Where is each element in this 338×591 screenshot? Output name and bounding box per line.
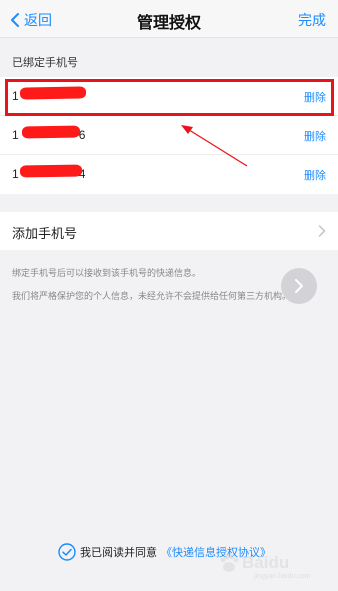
chevron-right-icon (295, 279, 303, 293)
privacy-note: 我们将严格保护您的个人信息，未经允许不会提供给任何第三方机构。 (12, 292, 292, 302)
watermark-brand: Baidu (242, 553, 290, 572)
watermark-sub: jingyan.baidu.com (254, 573, 311, 580)
paw-icon (220, 554, 239, 572)
checkmark-circle-icon[interactable] (58, 543, 76, 561)
baidu-watermark-logo: Baidu jingyan.baidu.com (214, 549, 332, 585)
agreement-text: 我已阅读并同意 (80, 546, 157, 559)
floating-next-button[interactable] (281, 268, 317, 304)
chevron-right-icon (318, 225, 326, 237)
add-phone-label: 添加手机号 (12, 227, 78, 242)
info-note: 绑定手机号后可以接收到该手机号的快递信息。 (12, 269, 202, 279)
add-phone-row[interactable]: 添加手机号 (0, 212, 338, 250)
